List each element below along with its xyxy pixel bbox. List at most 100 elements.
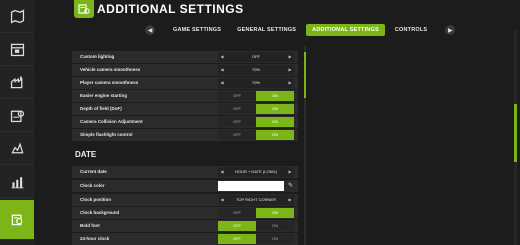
setting-label: Simple flashlight control — [80, 132, 133, 137]
chevron-left-icon[interactable]: ◀ — [218, 195, 226, 205]
24-hour-clock-toggle[interactable]: OFF ON — [218, 234, 294, 244]
chevron-left-icon: ◀ — [147, 27, 153, 34]
vehicle-camera-smoothness-selector[interactable]: ◀ 70% ▶ — [218, 65, 294, 75]
sidebar-item-settings[interactable] — [0, 200, 34, 240]
sidebar-item-calendar[interactable] — [0, 33, 34, 66]
toggle-off-option[interactable]: OFF — [218, 221, 256, 231]
bold-font-toggle[interactable]: OFF ON — [218, 221, 294, 231]
tab-game-settings[interactable]: GAME SETTINGS — [167, 24, 227, 36]
sidebar-item-map[interactable] — [0, 0, 34, 33]
chevron-right-icon[interactable]: ▶ — [286, 167, 294, 177]
setting-row-clock-background: Clock background OFF ON — [72, 207, 298, 219]
chevron-right-icon[interactable]: ▶ — [286, 78, 294, 88]
setting-row-camera-collision: Camera Collision Adjustment OFF ON — [72, 116, 298, 128]
toggle-on-option[interactable]: ON — [256, 234, 294, 244]
setting-row-depth-of-field: Depth of field (DoF) OFF ON — [72, 103, 298, 115]
setting-label: Camera Collision Adjustment — [80, 119, 143, 124]
current-date-selector[interactable]: ◀ HOUR + DATE (LONG) ▶ — [218, 167, 294, 177]
tab-prev-button[interactable]: ◀ — [145, 25, 155, 35]
setting-row-vehicle-camera-smoothness: Vehicle camera smoothness ◀ 70% ▶ — [72, 64, 298, 76]
depth-of-field-toggle[interactable]: OFF ON — [218, 104, 294, 114]
easier-engine-starting-toggle[interactable]: OFF ON — [218, 91, 294, 101]
section-title-date: DATE — [75, 150, 97, 159]
setting-label: Clock background — [80, 210, 120, 215]
settings-logo-badge — [74, 0, 94, 18]
settings-scrollbar-thumb[interactable] — [304, 52, 306, 98]
tab-additional-settings[interactable]: ADDITIONAL SETTINGS — [306, 24, 385, 36]
map-icon — [10, 9, 24, 23]
setting-row-bold-font: Bold font OFF ON — [72, 220, 298, 232]
sidebar-item-statistics[interactable] — [0, 165, 34, 198]
toggle-off-option[interactable]: OFF — [218, 208, 256, 218]
sidebar-item-animals[interactable] — [0, 132, 34, 165]
selector-value: 70% — [251, 67, 260, 72]
sidebar — [0, 0, 34, 245]
setting-label: 24-hour clock — [80, 236, 110, 241]
selector-value: 70% — [251, 80, 260, 85]
sidebar-item-finance[interactable] — [0, 99, 34, 132]
tab-next-button[interactable]: ▶ — [445, 25, 456, 35]
chevron-right-icon[interactable]: ▶ — [286, 65, 294, 75]
production-icon — [10, 76, 22, 88]
setting-label: Clock position — [80, 197, 112, 202]
selector-value: HOUR + DATE (LONG) — [235, 169, 277, 174]
calendar-icon — [10, 43, 24, 56]
chevron-right-icon: ▶ — [447, 27, 453, 34]
tab-bar: ◀ GAME SETTINGS GENERAL SETTINGS ADDITIO… — [145, 24, 456, 36]
page-scrollbar-thumb[interactable] — [514, 104, 517, 162]
chevron-left-icon[interactable]: ◀ — [218, 167, 226, 177]
setting-row-player-camera-smoothness: Player camera smoothness ◀ 70% ▶ — [72, 77, 298, 89]
setting-label: Easier engine starting — [80, 93, 128, 98]
settings-badge-icon — [78, 4, 90, 14]
toggle-on-option[interactable]: ON — [256, 208, 294, 218]
settings-list: Custom lighting ◀ OFF ▶ Vehicle camera s… — [72, 46, 304, 245]
settings-screen: ADDITIONAL SETTINGS ◀ GAME SETTINGS GENE… — [0, 0, 520, 245]
tab-controls[interactable]: CONTROLS — [389, 24, 433, 36]
chevron-left-icon[interactable]: ◀ — [218, 65, 226, 75]
clock-color-swatch[interactable] — [218, 181, 284, 191]
toggle-off-option[interactable]: OFF — [218, 130, 256, 140]
sidebar-item-production[interactable] — [0, 66, 34, 99]
setting-row-clock-color: Clock color ✎ — [72, 180, 298, 192]
setting-row-24-hour-clock: 24-hour clock OFF ON — [72, 233, 298, 245]
chevron-left-icon[interactable]: ◀ — [218, 52, 226, 62]
toggle-on-option[interactable]: ON — [256, 91, 294, 101]
toggle-off-option[interactable]: OFF — [218, 117, 256, 127]
flashlight-control-toggle[interactable]: OFF ON — [218, 130, 294, 140]
setting-label: Custom lighting — [80, 54, 115, 59]
setting-label: Clock color — [80, 183, 105, 188]
setting-row-custom-lighting: Custom lighting ◀ OFF ▶ — [72, 51, 298, 63]
setting-label: Bold font — [80, 223, 100, 228]
statistics-icon — [11, 176, 23, 188]
setting-row-clock-position: Clock position ◀ TOP RIGHT CORNER ▶ — [72, 194, 298, 206]
selector-value: OFF — [252, 54, 260, 59]
settings-icon — [11, 214, 22, 226]
clock-position-selector[interactable]: ◀ TOP RIGHT CORNER ▶ — [218, 195, 294, 205]
setting-row-easier-engine-starting: Easier engine starting OFF ON — [72, 90, 298, 102]
toggle-off-option[interactable]: OFF — [218, 234, 256, 244]
setting-label: Depth of field (DoF) — [80, 106, 122, 111]
toggle-on-option[interactable]: ON — [256, 117, 294, 127]
finance-icon — [10, 110, 24, 122]
camera-collision-toggle[interactable]: OFF ON — [218, 117, 294, 127]
toggle-on-option[interactable]: ON — [256, 130, 294, 140]
setting-label: Current date — [80, 169, 107, 174]
toggle-off-option[interactable]: OFF — [218, 91, 256, 101]
tab-general-settings[interactable]: GENERAL SETTINGS — [231, 24, 302, 36]
animals-icon — [10, 141, 23, 153]
custom-lighting-selector[interactable]: ◀ OFF ▶ — [218, 52, 294, 62]
setting-label: Player camera smoothness — [80, 80, 139, 85]
page-title: ADDITIONAL SETTINGS — [97, 2, 244, 16]
setting-label: Vehicle camera smoothness — [80, 67, 141, 72]
color-picker-icon[interactable]: ✎ — [287, 181, 294, 191]
toggle-on-option[interactable]: ON — [256, 221, 294, 231]
setting-row-current-date: Current date ◀ HOUR + DATE (LONG) ▶ — [72, 166, 298, 178]
toggle-on-option[interactable]: ON — [256, 104, 294, 114]
chevron-right-icon[interactable]: ▶ — [286, 195, 294, 205]
player-camera-smoothness-selector[interactable]: ◀ 70% ▶ — [218, 78, 294, 88]
chevron-left-icon[interactable]: ◀ — [218, 78, 226, 88]
toggle-off-option[interactable]: OFF — [218, 104, 256, 114]
clock-background-toggle[interactable]: OFF ON — [218, 208, 294, 218]
selector-value: TOP RIGHT CORNER — [235, 197, 276, 202]
chevron-right-icon[interactable]: ▶ — [286, 52, 294, 62]
